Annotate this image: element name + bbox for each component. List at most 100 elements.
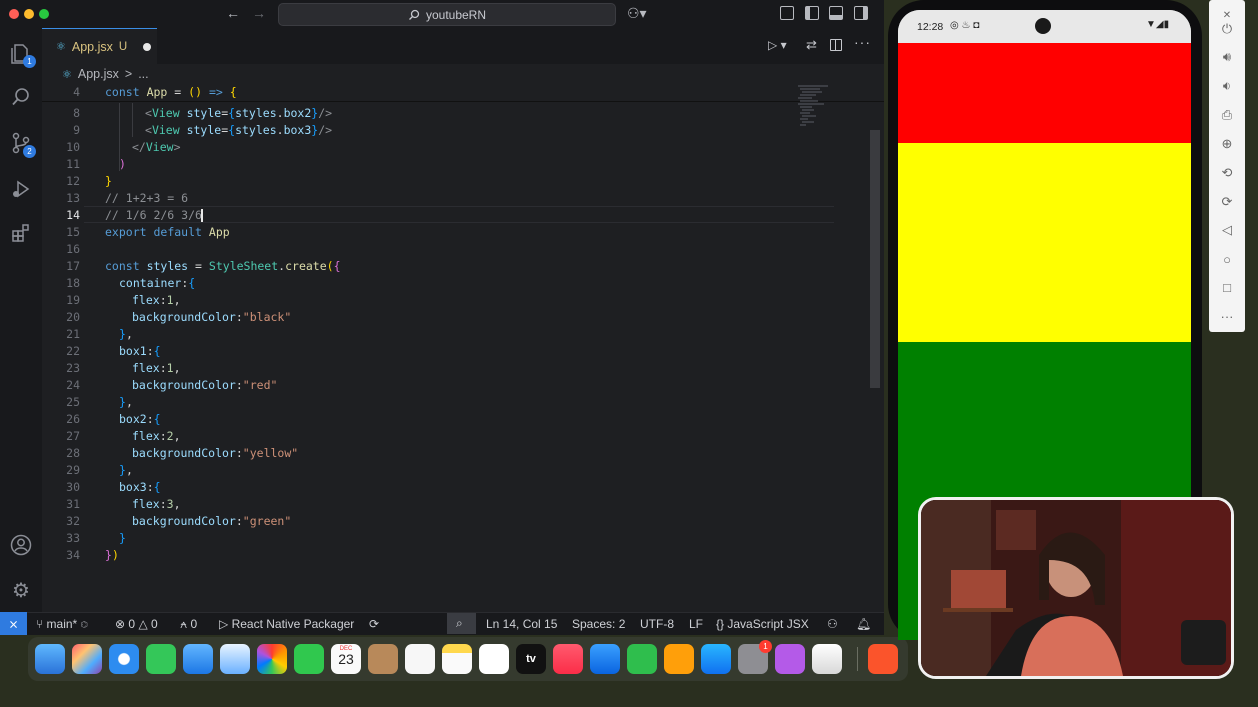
launchpad-icon[interactable]: [72, 644, 102, 674]
braces-icon: {}: [716, 617, 725, 631]
more-actions-icon[interactable]: ···: [854, 34, 871, 50]
source-control-icon[interactable]: 2: [8, 130, 36, 158]
more-options-icon[interactable]: ···: [1217, 306, 1237, 326]
reminders-icon[interactable]: [405, 644, 435, 674]
run-debug-icon[interactable]: [8, 176, 34, 202]
refresh-icon[interactable]: ⟳: [369, 617, 379, 631]
ports-indicator[interactable]: ⍲ 0: [180, 617, 197, 632]
overview-icon[interactable]: □: [1217, 277, 1237, 297]
calendar-icon[interactable]: DEC 23: [331, 644, 361, 674]
maps-icon[interactable]: [220, 644, 250, 674]
home-icon[interactable]: ○: [1217, 249, 1237, 269]
error-icon: ⊗: [115, 617, 126, 631]
code-line: 23 flex:1,: [66, 361, 181, 375]
extensions-icon[interactable]: [8, 220, 34, 246]
unsaved-dot-icon[interactable]: [143, 42, 152, 51]
rotate-left-icon[interactable]: ⟲: [1217, 163, 1237, 183]
code-line: 16: [66, 242, 80, 256]
feedback-icon[interactable]: [775, 644, 805, 674]
cursor-position[interactable]: Ln 14, Col 15: [486, 617, 557, 631]
photos-icon[interactable]: [257, 644, 287, 674]
code-line: 32 backgroundColor:"green": [66, 514, 292, 528]
toggle-primary-sidebar-icon[interactable]: [805, 6, 819, 20]
contacts-icon[interactable]: [368, 644, 398, 674]
accounts-icon[interactable]: [8, 532, 34, 558]
encoding[interactable]: UTF-8: [640, 617, 674, 631]
numbers-icon[interactable]: [627, 644, 657, 674]
back-icon[interactable]: ◁: [1217, 220, 1237, 240]
forward-arrow-icon[interactable]: →: [252, 5, 266, 21]
zoom-icon[interactable]: ⌕: [447, 613, 476, 634]
customize-layout-icon[interactable]: [780, 6, 794, 20]
toggle-secondary-sidebar-icon[interactable]: [854, 6, 868, 20]
minimize-window-button[interactable]: [24, 9, 34, 19]
facetime-icon[interactable]: [294, 644, 324, 674]
split-editor-icon[interactable]: [830, 39, 842, 51]
volume-down-icon[interactable]: 🔉︎: [1217, 76, 1237, 96]
screenshot-camera-icon[interactable]: ⎙: [1217, 105, 1237, 125]
system-settings-icon[interactable]: 1: [738, 640, 772, 674]
safari-icon[interactable]: [109, 644, 139, 674]
minimap[interactable]: [798, 84, 838, 144]
code-line: 13// 1+2+3 = 6: [66, 191, 189, 205]
code-line: 30 box3:{: [66, 480, 161, 494]
brave-browser-icon[interactable]: [868, 644, 898, 674]
back-arrow-icon[interactable]: ←: [226, 5, 240, 21]
react-breadcrumb-icon: ⚛: [62, 68, 72, 81]
indentation[interactable]: Spaces: 2: [572, 617, 625, 631]
packager-indicator[interactable]: ▷ React Native Packager: [219, 617, 354, 631]
finder-icon[interactable]: [35, 644, 65, 674]
apple-tv-icon[interactable]: tv: [516, 644, 546, 674]
pages-icon[interactable]: [664, 644, 694, 674]
play-icon: ▷: [219, 617, 229, 631]
simulator-icon[interactable]: [812, 644, 842, 674]
android-status-bar: 12:28 ◎ ♨ ◘ ▼◢▮: [898, 10, 1191, 43]
language-mode[interactable]: {} JavaScript JSX: [716, 617, 809, 631]
code-line: 27 flex:2,: [66, 429, 181, 443]
problems-indicator[interactable]: ⊗ 0 △ 0: [115, 617, 158, 631]
freeform-icon[interactable]: [479, 644, 509, 674]
settings-gear-icon[interactable]: ⚙: [8, 577, 34, 603]
remote-indicator-icon[interactable]: ⨯: [0, 612, 27, 635]
zoom-icon[interactable]: ⊕: [1217, 134, 1237, 154]
end-of-line[interactable]: LF: [689, 617, 703, 631]
explorer-icon[interactable]: 1: [8, 40, 36, 68]
code-line: 19 flex:1,: [66, 293, 181, 307]
code-line: 25},: [66, 395, 133, 409]
breadcrumb-file[interactable]: App.jsx: [78, 67, 119, 81]
notification-badge: 1: [759, 640, 772, 653]
zoom-window-button[interactable]: [39, 9, 49, 19]
copilot-icon[interactable]: ⚇▾: [627, 5, 647, 22]
code-editor[interactable]: 4 const App = () => { 8 <View style={style…: [42, 84, 884, 612]
messages-icon[interactable]: [146, 644, 176, 674]
editor-scrollbar[interactable]: [870, 130, 880, 388]
close-window-button[interactable]: [9, 9, 19, 19]
tab-app-jsx[interactable]: ⚛ App.jsx U: [42, 28, 157, 64]
sync-icon: ⌬: [80, 617, 88, 631]
code-line: 28 backgroundColor:"yellow": [66, 446, 299, 460]
mail-icon[interactable]: [183, 644, 213, 674]
code-line: 9 <View style={styles.box3}/>: [73, 123, 333, 137]
code-line: 34}): [66, 548, 119, 562]
rotate-right-icon[interactable]: ⟳: [1217, 192, 1237, 212]
code-line: 4 const App = () => {: [73, 85, 237, 99]
search-icon[interactable]: [8, 84, 34, 110]
branch-indicator[interactable]: ⑂ main* ⌬: [36, 617, 88, 631]
music-icon[interactable]: [553, 644, 583, 674]
power-icon[interactable]: ⏻: [1217, 19, 1237, 39]
title-bar: ← → youtubeRN ⚇▾: [0, 0, 884, 28]
notifications-bell-icon[interactable]: 🔔︎: [856, 617, 871, 631]
app-store-icon[interactable]: [701, 644, 731, 674]
code-line: 11): [66, 157, 126, 171]
search-icon: [409, 9, 420, 20]
run-file-icon[interactable]: ▷ ▾: [768, 38, 787, 52]
toggle-panel-icon[interactable]: [829, 6, 843, 20]
notes-icon[interactable]: [442, 644, 472, 674]
breadcrumb-rest[interactable]: ...: [138, 67, 148, 81]
command-center-search[interactable]: youtubeRN: [278, 3, 616, 26]
copilot-status-icon[interactable]: ⚇: [827, 617, 838, 631]
volume-up-icon[interactable]: 🔊︎: [1217, 47, 1237, 67]
open-changes-icon[interactable]: ⇄: [806, 37, 817, 53]
keynote-icon[interactable]: [590, 644, 620, 674]
code-line: 22 box1:{: [66, 344, 161, 358]
